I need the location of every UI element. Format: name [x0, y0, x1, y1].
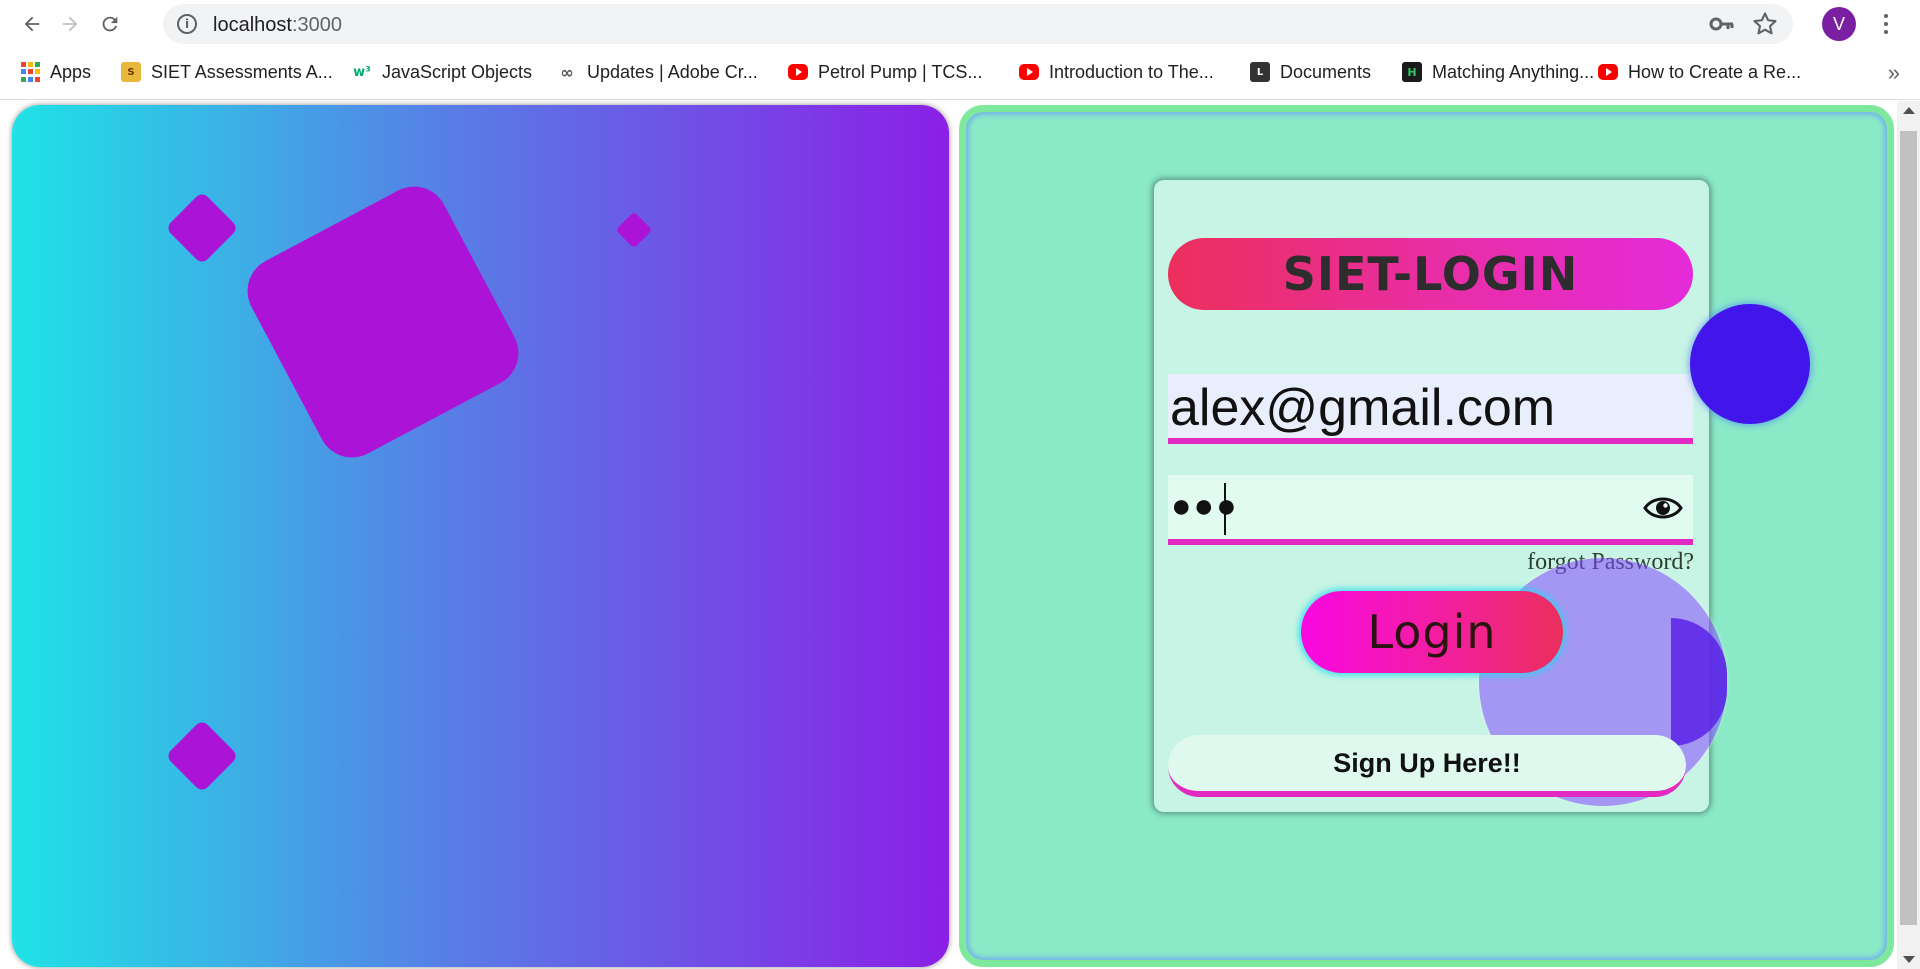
decorative-rounded-square — [235, 174, 531, 470]
browser-menu-icon[interactable] — [1874, 8, 1898, 40]
bookmark-siet[interactable]: S SIET Assessments A... — [121, 60, 333, 84]
bookmark-petrol-pump[interactable]: Petrol Pump | TCS... — [788, 60, 982, 84]
arrow-left-icon — [24, 16, 40, 32]
decorative-circle — [1690, 304, 1810, 424]
page-viewport: SIET-LOGIN alex@gmail.com ●●● forgot Pas… — [0, 101, 1920, 969]
bookmark-javascript-objects[interactable]: w³ JavaScript Objects — [352, 60, 532, 84]
youtube-icon — [788, 64, 808, 80]
address-bar[interactable]: i localhost:3000 — [163, 4, 1793, 44]
password-field[interactable]: ●●● — [1168, 475, 1693, 545]
bookmark-matching[interactable]: H Matching Anything... — [1402, 60, 1594, 84]
forward-button[interactable] — [52, 6, 88, 42]
decorative-diamond — [165, 719, 239, 793]
scrollbar-thumb[interactable] — [1900, 131, 1917, 925]
login-title: SIET-LOGIN — [1168, 238, 1693, 310]
vertical-scrollbar[interactable] — [1897, 101, 1920, 969]
bookmark-documents[interactable]: L Documents — [1250, 60, 1371, 84]
bookmark-star-icon[interactable] — [1751, 10, 1779, 38]
bookmark-how-to-create[interactable]: How to Create a Re... — [1598, 60, 1801, 84]
profile-avatar[interactable]: V — [1822, 7, 1856, 41]
siet-icon: S — [121, 62, 141, 82]
apps-grid-icon — [20, 62, 40, 82]
email-field[interactable]: alex@gmail.com — [1168, 374, 1693, 444]
youtube-icon — [1019, 64, 1039, 80]
email-value: alex@gmail.com — [1170, 379, 1556, 437]
reload-button[interactable] — [92, 6, 128, 42]
bookmarks-bar: Apps S SIET Assessments A... w³ JavaScri… — [0, 54, 1920, 90]
password-masked-value: ●●● — [1171, 487, 1239, 525]
arrow-right-icon — [62, 16, 78, 32]
decorative-panel — [12, 105, 949, 967]
bookmark-adobe[interactable]: ∞ Updates | Adobe Cr... — [557, 60, 758, 84]
bookmark-apps[interactable]: Apps — [20, 60, 91, 84]
reload-icon — [102, 16, 118, 32]
text-caret — [1224, 483, 1226, 535]
url-text: localhost:3000 — [213, 14, 342, 36]
back-button[interactable] — [14, 6, 50, 42]
decorative-diamond — [165, 191, 239, 265]
hackerrank-icon: H — [1402, 62, 1422, 82]
site-info-icon[interactable]: i — [177, 14, 197, 34]
key-icon[interactable] — [1709, 12, 1735, 36]
login-panel: SIET-LOGIN alex@gmail.com ●●● forgot Pas… — [959, 105, 1894, 967]
login-button[interactable]: Login — [1301, 591, 1563, 673]
more-bookmarks-chevron-icon[interactable]: » — [1888, 60, 1900, 86]
decorative-diamond — [615, 211, 653, 249]
documents-icon: L — [1250, 62, 1270, 82]
scroll-up-arrow-icon[interactable] — [1903, 107, 1915, 114]
w3schools-icon: w³ — [352, 62, 372, 82]
adobe-cc-icon: ∞ — [557, 62, 577, 82]
scroll-down-arrow-icon[interactable] — [1903, 956, 1915, 963]
bookmark-introduction[interactable]: Introduction to The... — [1019, 60, 1214, 84]
signup-button[interactable]: Sign Up Here!! — [1168, 735, 1686, 797]
browser-chrome: i localhost:3000 V Apps S SIET Assessmen… — [0, 0, 1920, 100]
youtube-icon — [1598, 64, 1618, 80]
eye-icon[interactable] — [1643, 493, 1683, 523]
